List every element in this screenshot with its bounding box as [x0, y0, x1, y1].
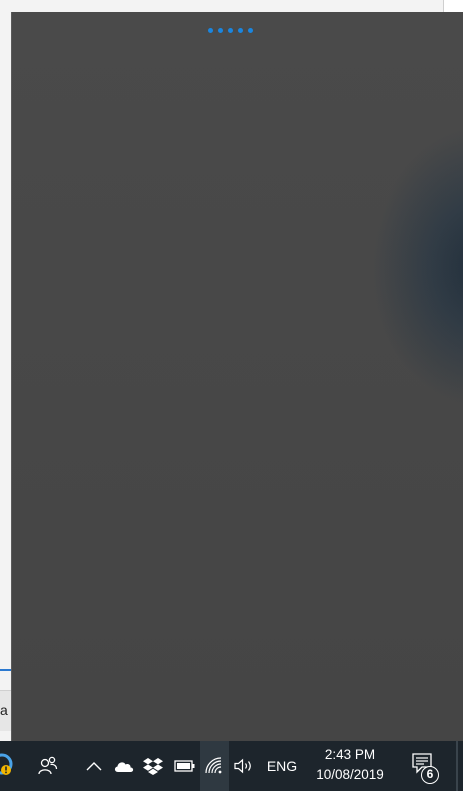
- background-window-right-edge: [443, 0, 463, 12]
- clock-date: 10/08/2019: [316, 767, 384, 782]
- clock-time: 2:43 PM: [324, 747, 376, 762]
- loading-dot: [238, 28, 243, 33]
- taskbar-app-button[interactable]: [0, 741, 16, 791]
- background-window-accent-line: [0, 669, 12, 671]
- show-hidden-icons-button[interactable]: [82, 741, 106, 791]
- background-window-input-text: a: [0, 702, 8, 718]
- notification-count-badge: 6: [421, 766, 439, 784]
- flyout-background: [12, 12, 463, 741]
- loading-dot: [208, 28, 213, 33]
- battery-icon: [174, 760, 195, 772]
- action-center-flyout: [12, 12, 463, 741]
- input-language-button[interactable]: ENG: [262, 741, 302, 791]
- loading-indicator: [208, 28, 253, 33]
- desktop-screen: a ENG 2:43 PM 10/08/2019 6: [0, 0, 463, 791]
- battery-tray-button[interactable]: [172, 741, 198, 791]
- volume-tray-button[interactable]: [230, 741, 258, 791]
- chevron-up-icon: [86, 762, 102, 771]
- people-button[interactable]: [30, 741, 66, 791]
- loading-dot: [218, 28, 223, 33]
- show-desktop-button[interactable]: [456, 741, 458, 791]
- people-icon: [38, 756, 58, 775]
- wifi-icon: [204, 757, 221, 774]
- input-language-label: ENG: [266, 758, 298, 774]
- dropbox-tray-button[interactable]: [141, 741, 165, 791]
- taskbar: ENG 2:43 PM 10/08/2019 6: [0, 741, 463, 791]
- volume-icon: [234, 758, 251, 774]
- onedrive-icon: [114, 762, 134, 772]
- dropbox-icon: [143, 758, 163, 775]
- network-tray-button[interactable]: [200, 741, 229, 791]
- app-icon-with-warning: [0, 753, 13, 775]
- loading-dot: [248, 28, 253, 33]
- onedrive-tray-button[interactable]: [111, 741, 137, 791]
- clock-button[interactable]: 2:43 PM 10/08/2019: [300, 745, 400, 785]
- loading-dot: [228, 28, 233, 33]
